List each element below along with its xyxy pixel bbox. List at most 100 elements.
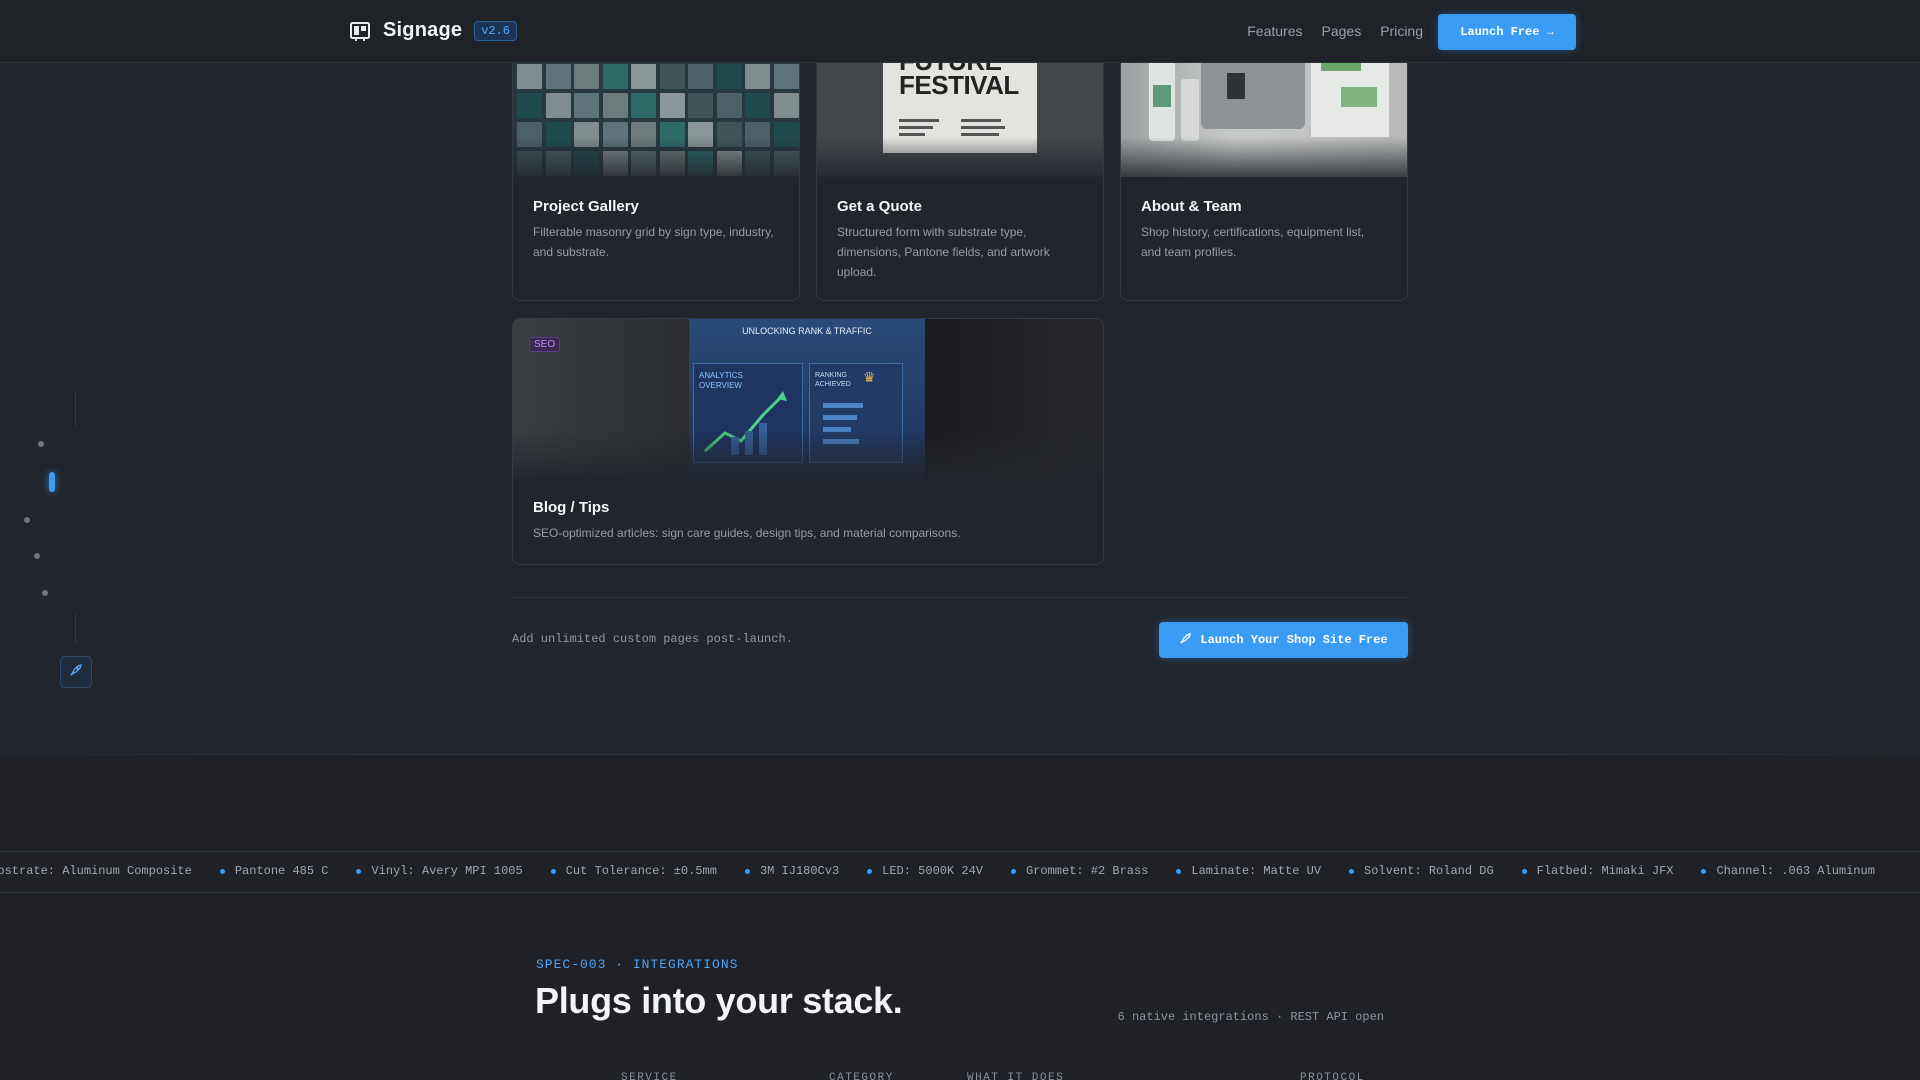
ticker-item: Pantone 485 C: [219, 864, 329, 878]
gallery-tile: [574, 93, 599, 118]
ticker-item-label: Solvent: Roland DG: [1364, 864, 1494, 878]
section-headline: Plugs into your stack.: [535, 980, 903, 1021]
ticker-item-label: Channel: .063 Aluminum: [1716, 864, 1875, 878]
card-title: About & Team: [1141, 198, 1242, 215]
crown-icon: ♛: [863, 369, 876, 385]
launch-shop-site-label: Launch Your Shop Site Free: [1200, 633, 1388, 647]
ticker-item: LED: 5000K 24V: [867, 864, 983, 878]
gallery-tile: [716, 64, 742, 89]
bullet-icon: [1349, 868, 1355, 874]
card-desc: SEO-optimized articles: sign care guides…: [533, 526, 961, 540]
card-about-team[interactable]: About & Team Shop history, certification…: [1120, 40, 1408, 301]
card-desc: Filterable masonry grid by sign type, in…: [533, 225, 774, 259]
top-nav: Signage v2.6 Features Pages Pricing Laun…: [0, 0, 1920, 63]
gallery-tile: [517, 93, 542, 118]
ticker-item-label: Flatbed: Mimaki JFX: [1536, 864, 1674, 878]
seo-badge: SEO: [529, 337, 561, 352]
column-header-category[interactable]: CATEGORY: [829, 1072, 894, 1080]
ticker-track: Substrate: Aluminum Composite Pantone 485…: [0, 864, 1903, 878]
nav-link-pricing[interactable]: Pricing: [1380, 23, 1423, 39]
gallery-tile: [631, 93, 656, 118]
launch-shop-site-button[interactable]: Launch Your Shop Site Free: [1159, 622, 1408, 658]
section-eyebrow: SPEC-003 · INTEGRATIONS: [536, 957, 739, 972]
bullet-icon: [867, 868, 873, 874]
card-desc: Structured form with substrate type, dim…: [837, 225, 1050, 279]
bullet-icon: [1521, 868, 1527, 874]
brand-name: Signage: [383, 19, 463, 41]
seo-subtitle: UNLOCKING RANK & TRAFFIC: [742, 326, 872, 336]
card-title: Project Gallery: [533, 198, 639, 215]
nav-link-features[interactable]: Features: [1247, 23, 1302, 39]
rail-dot[interactable]: [24, 517, 30, 523]
rail-dot[interactable]: [38, 441, 44, 447]
ticker-item: Substrate: Aluminum Composite: [0, 864, 192, 878]
bullet-icon: [356, 868, 362, 874]
ticker-item: 3M IJ180Cv3: [744, 864, 840, 878]
rail-line-bottom: [75, 614, 76, 644]
ticker-item-label: Substrate: Aluminum Composite: [0, 864, 192, 878]
launch-free-button[interactable]: Launch Free →: [1438, 14, 1576, 50]
ticker-item: Vinyl: Avery MPI 1005: [356, 864, 523, 878]
card-title: Blog / Tips: [533, 499, 610, 516]
rail-dot-active[interactable]: [49, 472, 55, 492]
column-header-what-it-does[interactable]: WHAT IT DOES: [967, 1072, 1064, 1080]
gallery-tile: [773, 64, 799, 89]
nav-links: Features Pages Pricing: [1247, 23, 1423, 39]
ticker-item-label: Laminate: Matte UV: [1191, 864, 1322, 878]
gallery-tile: [745, 64, 770, 89]
card-desc: Shop history, certifications, equipment …: [1141, 225, 1365, 259]
ticker-item: Channel: .063 Aluminum: [1701, 864, 1875, 878]
rocket-icon: [1179, 632, 1192, 649]
seo-mastery-image: UNLOCKING RANK & TRAFFIC ANALYTICS OVERV…: [513, 319, 1103, 479]
gallery-tile: [517, 64, 542, 89]
integrations-meta: 6 native integrations · REST API open: [1117, 1010, 1384, 1024]
bullet-icon: [219, 868, 225, 874]
gallery-tile: [545, 93, 571, 118]
seo-panel-right: RANKING ACHIEVED: [815, 372, 851, 388]
gallery-tile: [688, 93, 713, 118]
bullet-icon: [1010, 868, 1016, 874]
ticker-item: Grommet: #2 Brass: [1010, 864, 1149, 878]
gallery-tile: [545, 64, 571, 89]
gallery-tile: [688, 64, 713, 89]
column-header-service[interactable]: SERVICE: [621, 1072, 678, 1080]
seo-panel-left: ANALYTICS OVERVIEW: [699, 371, 743, 390]
gallery-tile: [631, 64, 656, 89]
ticker-item-label: Grommet: #2 Brass: [1025, 864, 1149, 878]
ticker-item-label: 3M IJ180Cv3: [759, 864, 840, 878]
gallery-tile: [659, 93, 685, 118]
card-project-gallery[interactable]: Project Gallery Filterable masonry grid …: [512, 40, 800, 301]
ticker-item-label: LED: 5000K 24V: [882, 864, 983, 878]
gallery-tile: [773, 93, 799, 118]
custom-pages-note: Add unlimited custom pages post-launch.: [512, 632, 793, 646]
rail-dot[interactable]: [42, 590, 48, 596]
gallery-tile: [602, 64, 628, 89]
integrations-section: [0, 755, 1920, 1080]
rocket-icon: [69, 663, 83, 682]
gallery-tile: [574, 64, 599, 89]
version-badge: v2.6: [474, 20, 518, 41]
ticker-item: Solvent: Roland DG: [1349, 864, 1494, 878]
card-get-a-quote[interactable]: FUTURE FESTIVAL Get a Quote Structured f…: [816, 40, 1104, 301]
ticker-item: Laminate: Matte UV: [1176, 864, 1321, 878]
brand[interactable]: Signage v2.6: [349, 19, 518, 42]
nav-link-pages[interactable]: Pages: [1322, 23, 1362, 39]
bullet-icon: [1176, 868, 1182, 874]
spec-ticker: Substrate: Aluminum Composite Pantone 485…: [0, 851, 1920, 893]
ticker-item: Flatbed: Mimaki JFX: [1521, 864, 1674, 878]
card-title: Get a Quote: [837, 198, 923, 215]
ticker-item-label: Cut Tolerance: ±0.5mm: [565, 864, 717, 878]
ticker-item: Cut Tolerance: ±0.5mm: [550, 864, 717, 878]
column-header-protocol[interactable]: PROTOCOL: [1300, 1072, 1365, 1080]
rail-rocket-button[interactable]: [60, 656, 92, 688]
card-blog-tips[interactable]: UNLOCKING RANK & TRAFFIC ANALYTICS OVERV…: [512, 318, 1104, 565]
gallery-tile: [602, 93, 628, 118]
ticker-item-label: Pantone 485 C: [234, 864, 329, 878]
gallery-tile: [745, 93, 770, 118]
bullet-icon: [550, 868, 556, 874]
ticker-item-label: Vinyl: Avery MPI 1005: [371, 864, 523, 878]
rail-dot[interactable]: [34, 553, 40, 559]
gallery-tile: [659, 64, 685, 89]
gallery-tile: [716, 93, 742, 118]
bullet-icon: [1701, 868, 1707, 874]
